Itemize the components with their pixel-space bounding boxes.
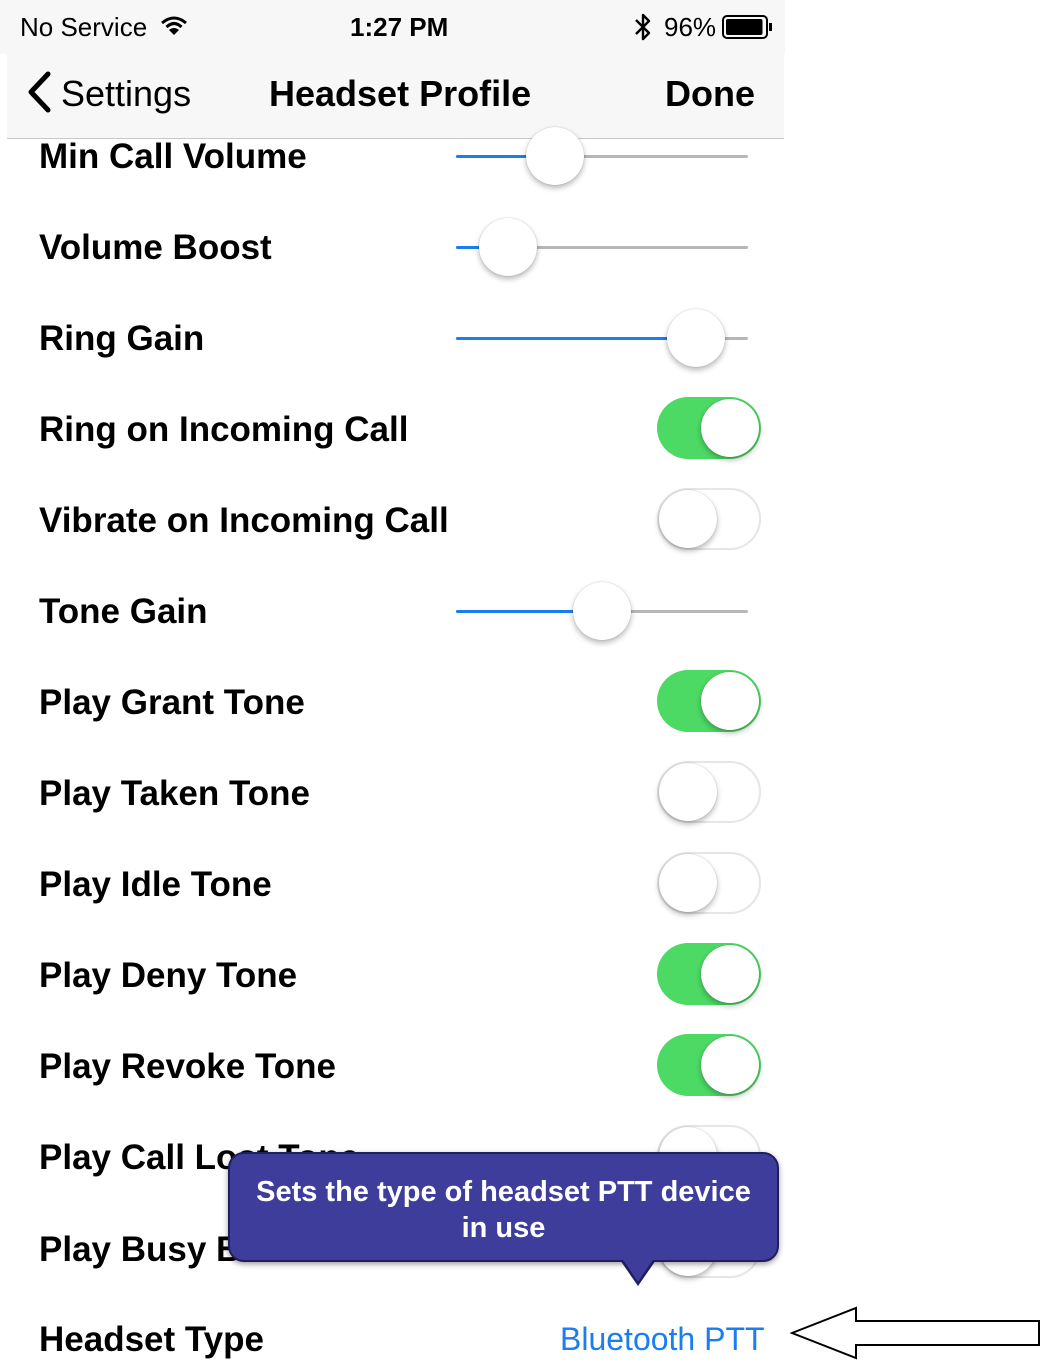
battery-percent: 96% [664, 12, 717, 42]
row-label: Tone Gain [39, 592, 208, 631]
slider-thumb[interactable] [526, 127, 585, 185]
row-headset-type[interactable]: Headset Type Bluetooth PTT [0, 1293, 785, 1360]
row-label: Vibrate on Incoming Call [39, 501, 449, 540]
tooltip-text-line-2: in use [461, 1212, 546, 1244]
status-bar: No Service 1:27 PM 96% [0, 0, 785, 54]
headset-type-value[interactable]: Bluetooth PTT [560, 1319, 765, 1359]
row-play-idle-tone: Play Idle Tone [0, 838, 785, 929]
back-button-label: Settings [61, 73, 192, 114]
row-label: Play Taken Tone [39, 774, 311, 813]
toggle-knob [701, 1036, 759, 1094]
row-label: Headset Type [39, 1320, 264, 1359]
row-label: Play Idle Tone [39, 865, 272, 904]
help-tooltip: Sets the type of headset PTT device in u… [228, 1152, 779, 1262]
row-label: Play Revoke Tone [39, 1047, 336, 1086]
toggle-knob [701, 672, 759, 730]
min-call-volume-slider[interactable] [456, 126, 748, 186]
slider-thumb[interactable] [573, 582, 631, 640]
row-play-deny-tone: Play Deny Tone [0, 929, 785, 1020]
row-volume-boost: Volume Boost [0, 201, 785, 292]
row-play-taken-tone: Play Taken Tone [0, 747, 785, 838]
page-title: Headset Profile [269, 73, 532, 114]
play-revoke-tone-toggle[interactable] [657, 1034, 761, 1096]
play-deny-tone-toggle[interactable] [657, 943, 761, 1005]
row-label: Play Grant Tone [39, 683, 305, 722]
row-label: Volume Boost [39, 228, 272, 267]
row-ring-gain: Ring Gain [0, 292, 785, 383]
done-button[interactable]: Done [665, 73, 755, 115]
toggle-knob [659, 763, 717, 821]
toggle-knob [659, 490, 717, 548]
tooltip-pointer-fill [622, 1258, 654, 1282]
slider-thumb[interactable] [479, 218, 538, 276]
slider-thumb[interactable] [666, 309, 725, 367]
row-min-call-volume: Min Call Volume [0, 110, 785, 201]
row-ring-on-incoming-call: Ring on Incoming Call [0, 383, 785, 474]
bluetooth-icon [634, 12, 652, 47]
play-idle-tone-toggle[interactable] [657, 852, 761, 914]
row-label: Min Call Volume [39, 137, 307, 176]
volume-boost-slider[interactable] [456, 217, 748, 277]
tooltip-text-line-1: Sets the type of headset PTT device [256, 1176, 751, 1208]
play-grant-tone-toggle[interactable] [657, 670, 761, 732]
row-play-grant-tone: Play Grant Tone [0, 656, 785, 747]
row-play-revoke-tone: Play Revoke Tone [0, 1020, 785, 1111]
slider-fill [456, 337, 696, 340]
arrow-left-icon [789, 1306, 1040, 1365]
battery-icon [722, 14, 774, 45]
row-tone-gain: Tone Gain [0, 565, 785, 656]
row-label: Play Deny Tone [39, 956, 298, 995]
ring-gain-slider[interactable] [456, 308, 748, 368]
toggle-knob [701, 945, 759, 1003]
row-label: Play Busy B [39, 1230, 242, 1269]
clock: 1:27 PM [350, 12, 449, 42]
row-vibrate-on-incoming-call: Vibrate on Incoming Call [0, 474, 785, 565]
play-taken-tone-toggle[interactable] [657, 761, 761, 823]
tone-gain-slider[interactable] [456, 581, 748, 641]
wifi-icon [160, 14, 188, 43]
row-label: Ring Gain [39, 319, 205, 358]
vibrate-on-incoming-call-toggle[interactable] [657, 488, 761, 550]
ring-on-incoming-call-toggle[interactable] [657, 397, 761, 459]
row-label: Ring on Incoming Call [39, 410, 409, 449]
toggle-knob [659, 854, 717, 912]
carrier-label: No Service [20, 12, 148, 42]
toggle-knob [701, 399, 759, 457]
